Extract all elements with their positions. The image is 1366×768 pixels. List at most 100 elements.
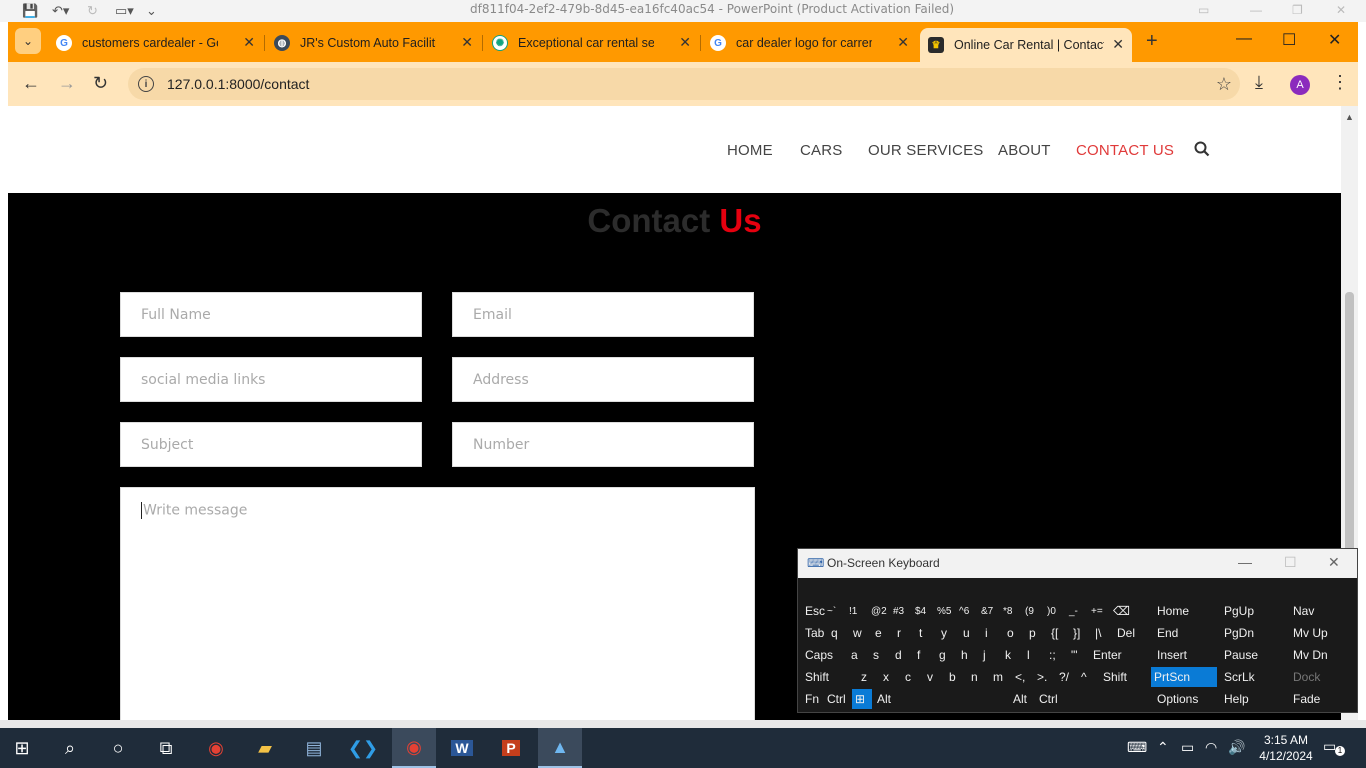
key-t[interactable]: t xyxy=(916,623,922,643)
nav-home[interactable]: HOME xyxy=(727,142,773,159)
key-[interactable]: }] xyxy=(1070,623,1080,643)
key-[interactable]: |\ xyxy=(1092,623,1101,643)
search-icon[interactable]: ⌕ xyxy=(48,728,92,768)
volume-icon[interactable]: 🔊 xyxy=(1228,739,1245,756)
subject-input[interactable]: Subject xyxy=(120,422,422,467)
search-icon[interactable] xyxy=(1194,141,1210,162)
key-a[interactable]: a xyxy=(848,645,858,665)
chrome-icon[interactable]: ◉ xyxy=(194,728,238,768)
windows-start-icon[interactable]: ⊞ xyxy=(0,728,44,768)
key-2[interactable]: @2 xyxy=(868,601,887,621)
cortana-icon[interactable]: ○ xyxy=(96,728,140,768)
save-icon[interactable]: 💾 xyxy=(22,3,38,19)
key-[interactable]: ~` xyxy=(824,601,836,621)
key-8[interactable]: *8 xyxy=(1000,601,1012,621)
key-g[interactable]: g xyxy=(936,645,946,665)
undo-icon[interactable]: ↶▾ xyxy=(52,3,69,19)
key-[interactable]: ^ xyxy=(1078,667,1087,687)
nav-about[interactable]: ABOUT xyxy=(998,142,1051,159)
task-view-icon[interactable]: ⧉ xyxy=(144,728,188,768)
minimize-icon[interactable]: — xyxy=(1236,30,1252,48)
key-shift[interactable]: Shift xyxy=(802,667,829,687)
control-panel-icon[interactable]: ▤ xyxy=(292,728,336,768)
key-nav[interactable]: Nav xyxy=(1290,601,1314,621)
key-home[interactable]: Home xyxy=(1154,601,1189,621)
scroll-thumb[interactable] xyxy=(1345,292,1354,552)
key-b[interactable]: b xyxy=(946,667,956,687)
key-[interactable]: _- xyxy=(1066,601,1078,621)
message-textarea[interactable]: Write message xyxy=(120,487,755,720)
key-y[interactable]: y xyxy=(938,623,947,643)
close-icon[interactable]: ✕ xyxy=(1336,3,1346,17)
key-alt[interactable]: Alt xyxy=(1010,689,1027,709)
restore-icon[interactable]: ❐ xyxy=(1292,3,1303,17)
key-9[interactable]: (9 xyxy=(1022,601,1034,621)
download-icon[interactable]: ⤓ xyxy=(1255,72,1263,93)
key-4[interactable]: $4 xyxy=(912,601,926,621)
scroll-up-icon[interactable]: ▲ xyxy=(1345,112,1354,122)
key-h[interactable]: h xyxy=(958,645,968,665)
key-[interactable]: += xyxy=(1088,601,1103,621)
key-enter[interactable]: Enter xyxy=(1090,645,1122,665)
key-p[interactable]: p xyxy=(1026,623,1036,643)
keyboard-tray-icon[interactable]: ⌨ xyxy=(1127,739,1147,756)
key-u[interactable]: u xyxy=(960,623,970,643)
key-ctrl[interactable]: Ctrl xyxy=(824,689,846,709)
key-end[interactable]: End xyxy=(1154,623,1178,643)
key-pgdn[interactable]: PgDn xyxy=(1221,623,1254,643)
key-[interactable]: ⌫ xyxy=(1110,601,1130,621)
email-input[interactable]: Email xyxy=(452,292,754,337)
profile-avatar[interactable]: A xyxy=(1290,75,1310,95)
forward-icon[interactable]: → xyxy=(58,73,76,94)
key-fade[interactable]: Fade xyxy=(1290,689,1320,709)
word-icon[interactable]: W xyxy=(440,728,484,768)
key-mvup[interactable]: Mv Up xyxy=(1290,623,1328,643)
key-m[interactable]: m xyxy=(990,667,1003,687)
key-alt[interactable]: Alt xyxy=(874,689,891,709)
key-6[interactable]: ^6 xyxy=(956,601,969,621)
key-d[interactable]: d xyxy=(892,645,902,665)
maximize-icon[interactable]: ☐ xyxy=(1284,554,1297,571)
show-hidden-icons-icon[interactable]: ⌃ xyxy=(1157,739,1169,756)
key-dock[interactable]: Dock xyxy=(1290,667,1320,687)
key-pgup[interactable]: PgUp xyxy=(1221,601,1254,621)
key-[interactable]: "' xyxy=(1068,645,1078,665)
key-[interactable]: >. xyxy=(1034,667,1047,687)
key-7[interactable]: &7 xyxy=(978,601,993,621)
key-v[interactable]: v xyxy=(924,667,933,687)
close-icon[interactable]: ✕ xyxy=(1328,554,1340,571)
key-k[interactable]: k xyxy=(1002,645,1011,665)
key-fn[interactable]: Fn xyxy=(802,689,819,709)
tab-search-button[interactable]: ⌄ xyxy=(15,28,41,54)
key-f[interactable]: f xyxy=(914,645,920,665)
notification-center-icon[interactable]: ▭ 1 xyxy=(1323,738,1345,758)
key-3[interactable]: #3 xyxy=(890,601,904,621)
key-5[interactable]: %5 xyxy=(934,601,951,621)
close-tab-icon[interactable]: ✕ xyxy=(897,34,909,51)
key-ctrl[interactable]: Ctrl xyxy=(1036,689,1058,709)
nav-contact-us[interactable]: CONTACT US xyxy=(1076,142,1174,159)
key-0[interactable]: )0 xyxy=(1044,601,1056,621)
nav-our-services[interactable]: OUR SERVICES xyxy=(868,142,984,159)
slideshow-icon[interactable]: ▭▾ xyxy=(115,3,134,19)
reload-icon[interactable]: ↻ xyxy=(93,73,108,94)
key-c[interactable]: c xyxy=(902,667,911,687)
key-[interactable]: ?/ xyxy=(1056,667,1069,687)
key-shift[interactable]: Shift xyxy=(1100,667,1127,687)
customize-icon[interactable]: ⌄ xyxy=(146,3,157,19)
number-input[interactable]: Number xyxy=(452,422,754,467)
key-windows[interactable]: ⊞ xyxy=(852,689,872,709)
new-tab-icon[interactable]: + xyxy=(1146,30,1158,53)
close-tab-icon[interactable]: ✕ xyxy=(679,34,691,51)
key-options[interactable]: Options xyxy=(1154,689,1198,709)
tab-customers-cardealer[interactable]: G customers cardealer - Goog ✕ xyxy=(48,28,263,58)
close-tab-icon[interactable]: ✕ xyxy=(1112,36,1124,53)
ribbon-display-icon[interactable]: ▭ xyxy=(1198,3,1209,17)
key-[interactable]: :; xyxy=(1046,645,1056,665)
tab-car-dealer-logo[interactable]: G car dealer logo for carrental ✕ xyxy=(702,28,917,58)
social-links-input[interactable]: social media links xyxy=(120,357,422,402)
key-n[interactable]: n xyxy=(968,667,978,687)
key-z[interactable]: z xyxy=(858,667,867,687)
key-tab[interactable]: Tab xyxy=(802,623,824,643)
vscode-icon[interactable]: ❮❯ xyxy=(341,728,385,768)
